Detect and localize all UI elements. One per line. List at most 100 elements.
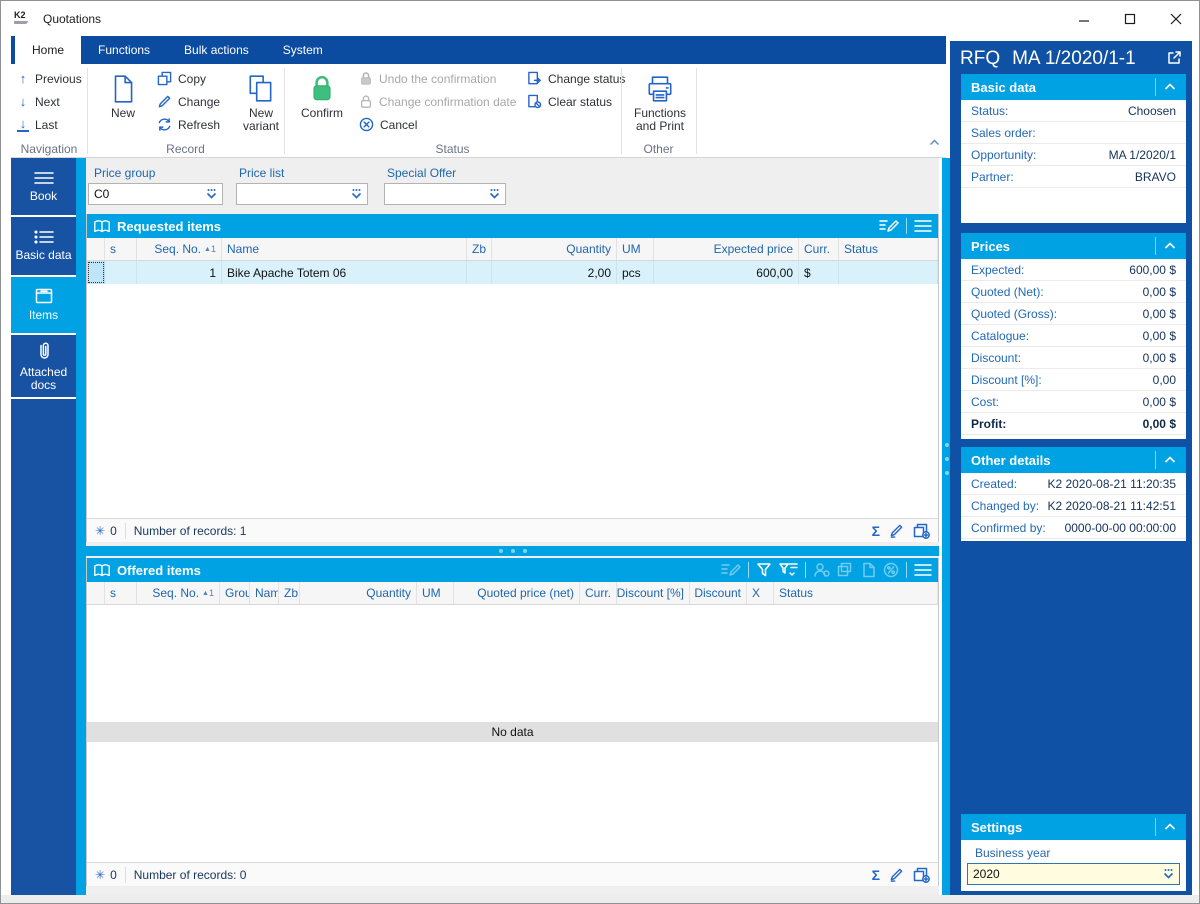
popout-icon	[1168, 51, 1181, 64]
basic-data-section: Basic data Status: Choosen Sales order: O…	[961, 74, 1186, 223]
confirm-button[interactable]: Confirm	[293, 66, 351, 136]
sum-icon[interactable]: Σ	[872, 867, 880, 883]
collapse-chevron-icon[interactable]	[1164, 456, 1176, 464]
record-number: MA 1/2020/1-1	[1012, 48, 1136, 69]
functions-and-print-button[interactable]: Functions and Print	[625, 66, 695, 136]
open-record-button[interactable]	[1166, 50, 1182, 71]
column-header-zb[interactable]: Zb	[279, 582, 300, 604]
row-selector-cell[interactable]	[87, 261, 105, 284]
price-group-label: Price group	[94, 166, 156, 180]
edit-pencil-icon[interactable]	[889, 867, 904, 882]
column-header-curr[interactable]: Curr.	[580, 582, 617, 604]
horizontal-splitter[interactable]	[86, 546, 939, 556]
collapse-chevron-icon[interactable]	[1164, 83, 1176, 91]
column-header-quantity[interactable]: Quantity	[300, 582, 417, 604]
previous-button[interactable]: ↑ Previous	[17, 67, 85, 90]
tab-system[interactable]: System	[266, 36, 340, 64]
column-header-expected-price[interactable]: Expected price	[654, 238, 799, 260]
copy-add-icon[interactable]	[913, 523, 930, 539]
price-list-label: Price list	[239, 166, 285, 180]
collapse-chevron-icon[interactable]	[1164, 242, 1176, 250]
cancel-button[interactable]: Cancel	[359, 113, 516, 136]
business-year-combobox[interactable]: 2020	[967, 863, 1180, 885]
column-header-s[interactable]: s	[105, 238, 137, 260]
column-header-name[interactable]: Name	[222, 238, 467, 260]
column-header-group[interactable]: Grou	[220, 582, 250, 604]
undo-confirmation-button[interactable]: Undo the confirmation	[359, 67, 516, 90]
book-menu-icon	[33, 171, 54, 184]
basic-data-section-header[interactable]: Basic data	[961, 74, 1186, 100]
main-content: Price group C0 Price list Special Offer …	[86, 158, 939, 895]
sidebar-item-basic-data[interactable]: Basic data	[11, 217, 76, 277]
column-header-s[interactable]: s	[105, 582, 137, 604]
edit-pencil-icon[interactable]	[889, 523, 904, 538]
record-title: RFQ MA 1/2020/1-1	[960, 48, 1136, 70]
filter-settings-icon[interactable]	[779, 562, 798, 578]
copy-add-icon[interactable]	[913, 867, 930, 883]
document-icon-disabled	[863, 562, 875, 578]
business-year-label: Business year	[975, 846, 1051, 860]
dropdown-icon	[350, 188, 363, 203]
column-header-quoted-price[interactable]: Quoted price (net)	[454, 582, 580, 604]
filter-funnel-icon[interactable]	[756, 562, 772, 578]
titlebar[interactable]: K2 Quotations	[1, 1, 1199, 36]
other-details-section-header[interactable]: Other details	[961, 447, 1186, 473]
requested-row-1[interactable]: 1 Bike Apache Totem 06 2,00 pcs 600,00 $	[87, 261, 938, 284]
column-header-name[interactable]: Name	[250, 582, 279, 604]
column-header-seq-no[interactable]: Seq. No. ▲ 1	[137, 582, 220, 604]
group-label-other: Other	[643, 142, 674, 156]
copy-icon	[157, 71, 172, 86]
change-button[interactable]: Change	[157, 90, 220, 113]
tab-functions[interactable]: Functions	[81, 36, 167, 64]
sidebar-item-items[interactable]: Items	[11, 277, 76, 335]
sidebar-item-attached-docs[interactable]: Attached docs	[11, 335, 76, 399]
close-icon	[1170, 13, 1182, 24]
special-offer-combobox[interactable]	[384, 183, 506, 205]
ribbon-collapse-button[interactable]	[929, 133, 940, 151]
minimize-button[interactable]	[1061, 1, 1107, 36]
column-header-zb[interactable]: Zb	[467, 238, 492, 260]
column-header-x[interactable]: X	[747, 582, 774, 604]
dropdown-icon	[1162, 868, 1175, 883]
active-tab-accent-strip	[76, 158, 86, 895]
last-button[interactable]: ↓ Last	[17, 113, 85, 136]
change-confirmation-date-button[interactable]: Change confirmation date	[359, 90, 516, 113]
clear-status-button[interactable]: Clear status	[527, 90, 625, 113]
column-header-status[interactable]: Status	[839, 238, 938, 260]
close-button[interactable]	[1153, 1, 1199, 36]
sidebar-item-book[interactable]: Book	[11, 158, 76, 217]
column-header-discount-pct[interactable]: Discount [%]	[617, 582, 690, 604]
new-variant-button[interactable]: New variant	[235, 66, 287, 136]
next-button[interactable]: ↓ Next	[17, 90, 85, 113]
column-header-quantity[interactable]: Quantity	[492, 238, 617, 260]
column-header-seq-no[interactable]: Seq. No. ▲ 1	[137, 238, 222, 260]
edit-list-icon[interactable]	[879, 218, 899, 234]
column-header-curr[interactable]: Curr.	[799, 238, 839, 260]
window-bottom-edge	[1, 895, 1199, 903]
tab-home[interactable]: Home	[15, 36, 82, 64]
offered-grid-body: No data	[87, 605, 938, 862]
ribbon: ↑ Previous ↓ Next ↓ Last New Copy Change Re…	[11, 64, 946, 158]
prices-section-header[interactable]: Prices	[961, 233, 1186, 259]
price-list-combobox[interactable]	[236, 183, 368, 205]
column-header-status[interactable]: Status	[774, 582, 938, 604]
sum-icon[interactable]: Σ	[872, 523, 880, 539]
price-group-combobox[interactable]: C0	[88, 183, 223, 205]
tab-bulk-actions[interactable]: Bulk actions	[167, 36, 266, 64]
refresh-button[interactable]: Refresh	[157, 113, 220, 136]
new-button[interactable]: New	[97, 66, 149, 136]
window-title: Quotations	[43, 11, 102, 26]
edit-list-icon-disabled	[721, 564, 741, 576]
collapse-chevron-icon[interactable]	[1164, 823, 1176, 831]
maximize-button[interactable]	[1107, 1, 1153, 36]
column-header-discount[interactable]: Discount	[690, 582, 747, 604]
changes-flag-icon: ✳	[95, 867, 106, 882]
grid-menu-icon[interactable]	[914, 219, 932, 233]
sidebar: Book Basic data Items Attached docs	[11, 158, 76, 895]
grid-menu-icon[interactable]	[914, 563, 932, 577]
copy-button[interactable]: Copy	[157, 67, 220, 90]
column-header-um[interactable]: UM	[617, 238, 654, 260]
column-header-um[interactable]: UM	[417, 582, 454, 604]
settings-section-header[interactable]: Settings	[961, 814, 1186, 840]
change-status-button[interactable]: Change status	[527, 67, 625, 90]
